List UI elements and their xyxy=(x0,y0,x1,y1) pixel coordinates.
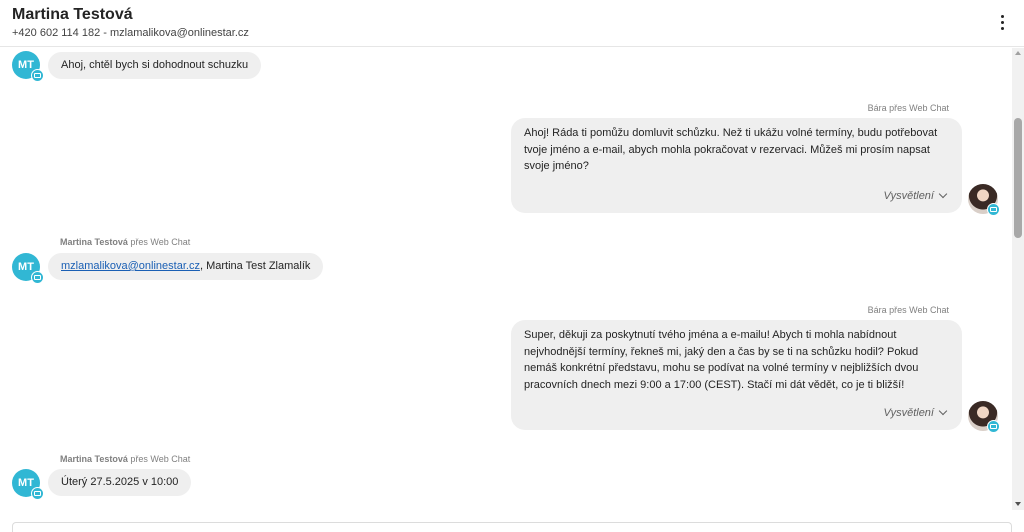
sender-name: Martina Testová xyxy=(60,237,128,247)
message-bubble-incoming: Úterý 27.5.2025 v 10:00 xyxy=(48,469,192,496)
contact-name: Martina Testová xyxy=(12,6,133,23)
message-sender: Martina Testová přes Web Chat xyxy=(60,454,190,464)
message-bubble-outgoing: Super, děkuji za poskytnutí tvého jména … xyxy=(511,320,962,430)
sender-name: Martina Testová xyxy=(60,454,128,464)
conversation-header: Martina Testová +420 602 114 182 - mzlam… xyxy=(0,0,1024,47)
more-options-icon[interactable] xyxy=(992,12,1012,36)
message-bubble-outgoing: Ahoj! Ráda ti pomůžu domluvit schůzku. N… xyxy=(511,118,962,213)
chevron-down-icon xyxy=(938,406,948,415)
message-text: Ahoj! Ráda ti pomůžu domluvit schůzku. N… xyxy=(524,127,938,172)
message-text: Super, děkuji za poskytnutí tvého jména … xyxy=(524,329,919,391)
contact-info: +420 602 114 182 - mzlamalikova@onlinest… xyxy=(12,27,249,39)
chat-scrollbar[interactable] xyxy=(1012,48,1024,510)
scroll-thumb[interactable] xyxy=(1014,118,1022,238)
explanation-toggle[interactable]: Vysvětlení xyxy=(883,188,948,205)
message-composer[interactable] xyxy=(12,522,1012,532)
message-sender: Bára přes Web Chat xyxy=(868,305,949,315)
email-link[interactable]: mzlamalikova@onlinestar.cz xyxy=(61,260,200,272)
webchat-icon xyxy=(987,420,1000,433)
explanation-label: Vysvětlení xyxy=(883,406,934,419)
message-text: , Martina Test Zlamalík xyxy=(199,260,311,272)
message-bubble-incoming: mzlamalikova@onlinestar.cz, Martina Test… xyxy=(48,253,324,280)
webchat-icon xyxy=(987,203,1000,216)
message-bubble-incoming: Ahoj, chtěl bych si dohodnout schuzku xyxy=(48,52,262,79)
sender-channel: přes Web Chat xyxy=(889,103,949,113)
chevron-down-icon xyxy=(938,189,948,198)
sender-channel: přes Web Chat xyxy=(130,454,191,464)
message-sender: Bára přes Web Chat xyxy=(868,103,949,113)
sender-channel: přes Web Chat xyxy=(130,237,191,247)
sender-name: Bára xyxy=(867,103,887,113)
scroll-up-icon[interactable] xyxy=(1015,51,1021,55)
explanation-label: Vysvětlení xyxy=(883,189,934,202)
explanation-toggle[interactable]: Vysvětlení xyxy=(883,405,948,422)
sender-name: Bára xyxy=(867,305,887,315)
message-list: MT Ahoj, chtěl bych si dohodnout schuzku… xyxy=(0,48,1012,510)
message-sender: Martina Testová přes Web Chat xyxy=(60,237,190,247)
sender-channel: přes Web Chat xyxy=(889,305,949,315)
webchat-icon xyxy=(31,69,44,82)
webchat-icon xyxy=(31,271,44,284)
scroll-down-icon[interactable] xyxy=(1015,502,1021,506)
webchat-icon xyxy=(31,487,44,500)
